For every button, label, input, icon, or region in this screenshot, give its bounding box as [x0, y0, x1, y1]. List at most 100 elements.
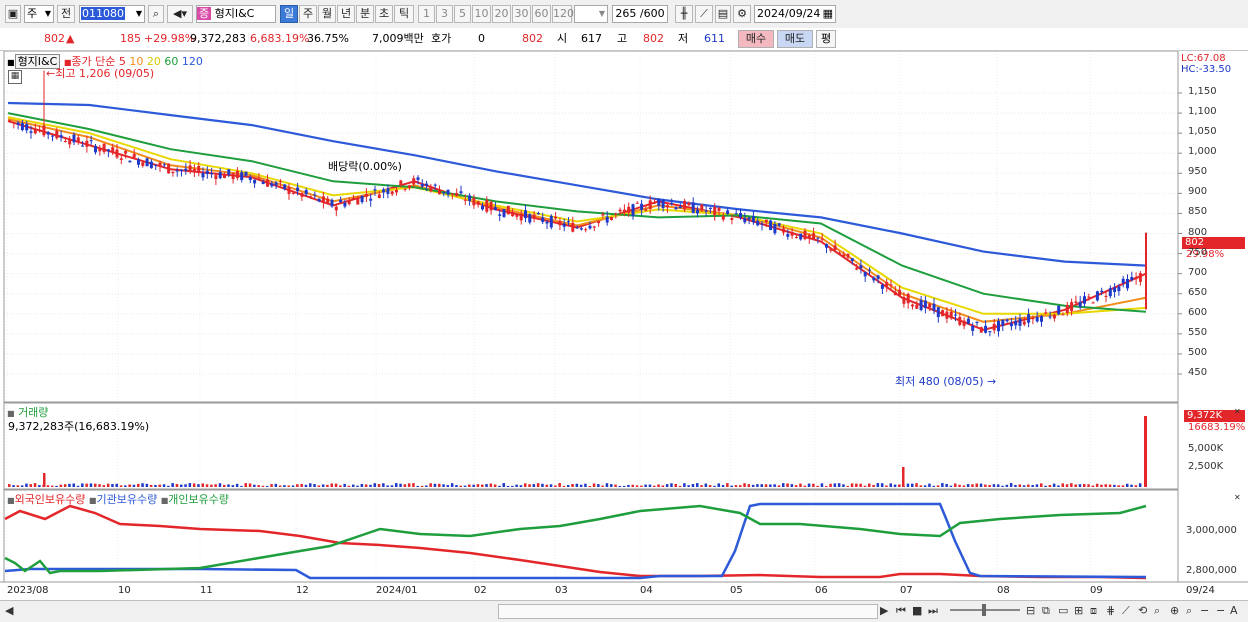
- first-page-icon[interactable]: ⏮: [896, 604, 906, 618]
- volume-bar: [304, 484, 308, 487]
- search-icon[interactable]: ⌕: [148, 5, 164, 23]
- volume-bar: [481, 484, 484, 487]
- interval-button-10[interactable]: 10: [472, 5, 491, 23]
- candle-body: [764, 219, 768, 223]
- volume-bar: [192, 483, 196, 487]
- period-select[interactable]: 주 ▼: [24, 5, 54, 23]
- interval-custom-select[interactable]: ▼: [574, 5, 608, 23]
- scroll-bar[interactable]: ◀ ▶ ⏮ ■ ⏭ ⊟ ⧉ ▭ ⊞ ⧈ ⋕ ⟋ ⟲ ⌕ ⊕ ⌕ − − A: [0, 600, 1248, 622]
- legend-individual: 개인보유수량: [168, 493, 229, 506]
- volume-bar: [356, 485, 359, 487]
- close-icon[interactable]: ✕: [1234, 491, 1241, 505]
- volume-bar: [786, 483, 789, 487]
- candle-body: [928, 303, 932, 308]
- candle-body: [25, 124, 29, 131]
- interval-button-3[interactable]: 3: [436, 5, 453, 23]
- volume-bar: [846, 485, 849, 487]
- candle-body: [115, 149, 119, 158]
- candle-body: [880, 284, 884, 289]
- volume-bar: [1057, 485, 1060, 487]
- tf-button-minute[interactable]: 분: [356, 5, 374, 23]
- candle-type-icon[interactable]: ╫: [675, 5, 693, 23]
- candle-body: [597, 220, 601, 224]
- minus-icon[interactable]: −: [1200, 604, 1209, 618]
- candle-body: [433, 184, 437, 186]
- interval-button-30[interactable]: 30: [512, 5, 531, 23]
- stock-code-field[interactable]: 011080 ▼: [79, 5, 145, 23]
- candle-body: [885, 282, 889, 287]
- candle-body: [1121, 278, 1125, 284]
- volume-bar: [468, 484, 471, 487]
- stock-name-field[interactable]: 증 형지I&C: [196, 5, 276, 23]
- ruler-icon[interactable]: ⟋: [1122, 604, 1130, 618]
- zoom-in-icon[interactable]: ⊕: [1170, 604, 1179, 618]
- scroll-thumb[interactable]: [498, 604, 878, 619]
- grid-toggle-icon[interactable]: ▦: [8, 70, 22, 84]
- volume-bar: [880, 483, 884, 487]
- candle-body: [902, 296, 906, 304]
- volume-bar: [395, 483, 398, 487]
- toolbar: ▣ 주 ▼ 전 011080 ▼ ⌕ ◀▾ 증 형지I&C 일 주 월 년 분 초 …: [0, 0, 1248, 29]
- interval-button-20[interactable]: 20: [492, 5, 511, 23]
- count-field[interactable]: 265 /600: [612, 5, 668, 23]
- volume-bar: [244, 483, 247, 487]
- reset-icon[interactable]: ⟲: [1138, 604, 1147, 618]
- font-size-icon[interactable]: A: [1230, 604, 1238, 618]
- interval-button-60[interactable]: 60: [532, 5, 551, 23]
- ma-line-60: [7, 112, 1147, 313]
- calendar-icon[interactable]: ▦: [823, 6, 833, 22]
- tf-button-week[interactable]: 주: [299, 5, 317, 23]
- scroll-left-icon[interactable]: ◀: [5, 604, 13, 618]
- interval-button-5[interactable]: 5: [454, 5, 471, 23]
- layout-icon[interactable]: ⊟: [1026, 604, 1035, 618]
- tf-button-month[interactable]: 월: [318, 5, 336, 23]
- candle-body: [674, 207, 678, 210]
- sell-button[interactable]: 매도: [777, 30, 813, 48]
- font-minus-icon[interactable]: −: [1216, 604, 1225, 618]
- chart-canvas[interactable]: [0, 51, 1248, 601]
- volume-bar: [257, 485, 260, 487]
- window-split-icon[interactable]: ⊞: [1074, 604, 1083, 618]
- candle-body: [949, 311, 953, 319]
- volume-bar: [1005, 484, 1009, 487]
- close-icon[interactable]: ✕: [1234, 405, 1241, 419]
- avg-button[interactable]: 평: [816, 30, 836, 48]
- interval-button-120[interactable]: 120: [552, 5, 574, 23]
- window-icon[interactable]: ▭: [1058, 604, 1068, 618]
- magnify-icon[interactable]: ⌕: [1154, 604, 1160, 618]
- tf-button-day[interactable]: 일: [280, 5, 298, 23]
- speaker-icon[interactable]: ◀▾: [167, 5, 193, 23]
- stop-icon[interactable]: ■: [912, 604, 922, 618]
- x-axis-label: 03: [555, 585, 568, 596]
- prev-button[interactable]: 전: [57, 5, 75, 23]
- copy-icon[interactable]: ⧉: [1042, 604, 1050, 618]
- last-page-icon[interactable]: ⏭: [928, 604, 938, 618]
- date-field[interactable]: 2024/09/24 ▦: [754, 5, 836, 23]
- grid-icon[interactable]: ⋕: [1106, 604, 1115, 618]
- candle-body: [506, 205, 510, 215]
- candle-body: [936, 307, 940, 318]
- candle-body: [708, 207, 712, 210]
- candle-body: [55, 130, 59, 139]
- volume-bar: [674, 483, 677, 487]
- tile-icon[interactable]: ⧈: [1090, 604, 1097, 618]
- candle-body: [528, 214, 532, 223]
- tf-button-year[interactable]: 년: [337, 5, 355, 23]
- tf-button-tick[interactable]: 틱: [394, 5, 414, 23]
- window-menu-icon[interactable]: ▣: [5, 5, 21, 23]
- volume-bar: [8, 484, 11, 487]
- volume-bar: [364, 484, 368, 487]
- candle-body: [81, 145, 85, 147]
- tf-button-second[interactable]: 초: [375, 5, 393, 23]
- volume-bar: [876, 483, 880, 487]
- scroll-right-icon[interactable]: ▶: [880, 604, 888, 618]
- gear-icon[interactable]: ⚙: [733, 5, 751, 23]
- buy-button[interactable]: 매수: [738, 30, 774, 48]
- interval-button-1[interactable]: 1: [418, 5, 435, 23]
- save-icon[interactable]: ▤: [715, 5, 731, 23]
- search-icon[interactable]: ⌕: [1186, 604, 1192, 618]
- candle-body: [743, 217, 747, 223]
- volume-bar: [420, 485, 424, 487]
- draw-tool-icon[interactable]: ⟋: [695, 5, 713, 23]
- zoom-slider-handle[interactable]: [982, 604, 986, 616]
